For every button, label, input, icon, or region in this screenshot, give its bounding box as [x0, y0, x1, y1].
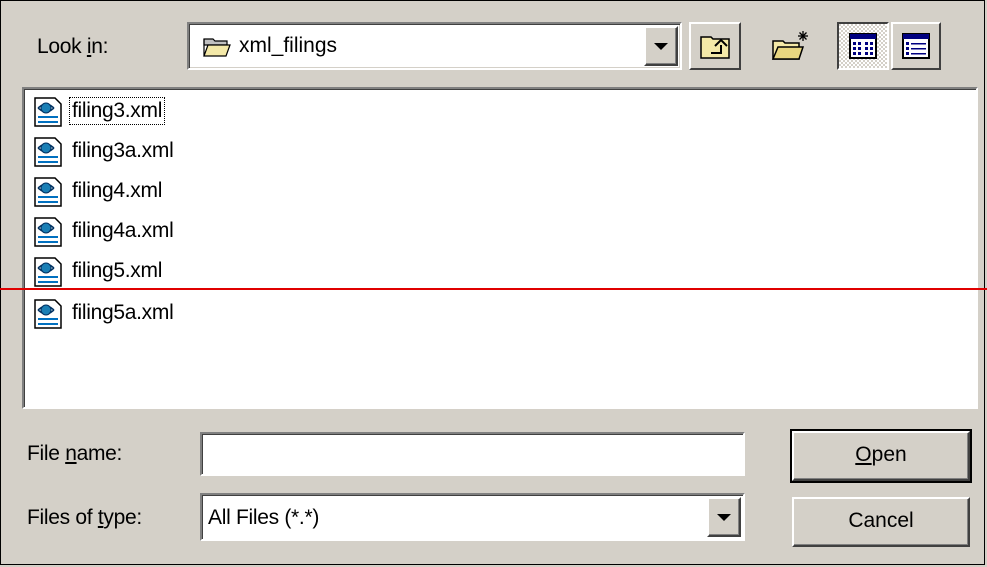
- list-view-button[interactable]: [837, 22, 889, 70]
- create-new-folder-icon: [771, 31, 808, 60]
- file-type-label: Files of type:: [27, 506, 142, 529]
- look-in-dropdown-button[interactable]: [644, 26, 678, 66]
- file-name-label: filing4a.xml: [72, 219, 174, 242]
- file-type-value: All Files (*.*): [208, 506, 320, 529]
- details-view-icon: [902, 33, 930, 59]
- up-one-level-icon: [700, 36, 730, 59]
- file-name-label: filing3.xml: [68, 97, 166, 125]
- xml-file-icon: [34, 97, 62, 127]
- look-in-value: xml_filings: [239, 34, 338, 57]
- xml-file-icon: [34, 177, 62, 207]
- look-in-label: Look in:: [37, 35, 109, 58]
- open-button[interactable]: Open: [790, 429, 972, 483]
- xml-file-icon: [34, 217, 62, 247]
- xml-file-icon: [34, 137, 62, 167]
- file-name-label: filing3a.xml: [72, 139, 174, 162]
- cancel-button[interactable]: Cancel: [792, 497, 970, 547]
- xml-file-icon: [34, 299, 62, 329]
- file-name-input[interactable]: [200, 432, 745, 476]
- up-one-level-button[interactable]: [689, 22, 741, 70]
- annotation-line: [0, 288, 987, 290]
- file-list[interactable]: filing3.xml filing3a.xml filing4.xml fil…: [22, 87, 978, 409]
- file-type-dropdown-button[interactable]: [707, 497, 741, 537]
- details-view-button[interactable]: [891, 22, 941, 70]
- file-name-label: filing5a.xml: [72, 301, 174, 324]
- file-name-label: File name:: [27, 442, 123, 465]
- look-in-combobox[interactable]: xml_filings: [187, 22, 682, 70]
- list-view-icon: [849, 33, 877, 59]
- open-folder-icon: [203, 38, 231, 57]
- open-file-dialog: Look in: xml_filings filing3.xml filing3…: [0, 0, 985, 565]
- xml-file-icon: [34, 257, 62, 287]
- file-type-select[interactable]: All Files (*.*): [200, 493, 745, 541]
- file-name-label: filing5.xml: [72, 259, 163, 282]
- create-new-folder-button[interactable]: [764, 22, 816, 70]
- file-name-label: filing4.xml: [72, 179, 163, 202]
